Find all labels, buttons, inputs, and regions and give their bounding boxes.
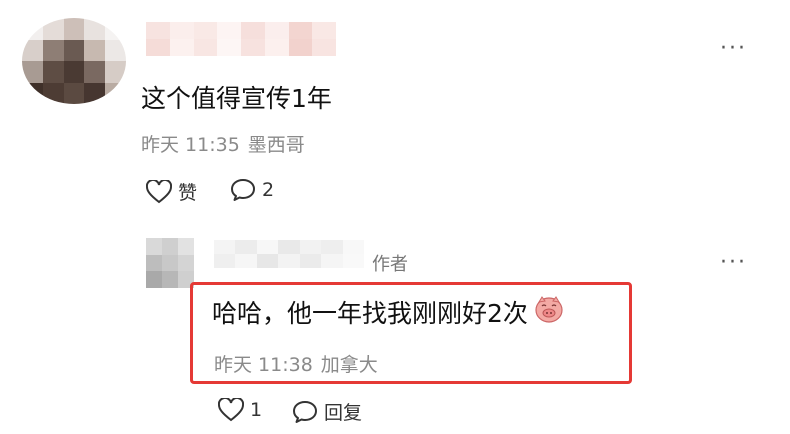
heart-icon [218, 398, 244, 422]
more-options-icon[interactable]: ··· [720, 38, 747, 60]
author-avatar-pixelated[interactable] [146, 238, 194, 288]
reply-location: 加拿大 [320, 354, 378, 376]
reply-time: 昨天 11:38 [214, 354, 313, 376]
reply-text: 哈哈，他一年找我刚刚好2次 [212, 299, 528, 328]
pig-face-emoji-icon [534, 294, 564, 330]
like-label: 赞 [178, 182, 198, 204]
comment-text: 这个值得宣传1年 [141, 84, 332, 113]
commenter-name-pixelated[interactable] [146, 22, 336, 56]
reply-meta: 昨天 11:38 加拿大 [214, 350, 378, 377]
author-tag: 作者 [372, 254, 408, 275]
reply-text-row: 哈哈，他一年找我刚刚好2次 [212, 294, 564, 330]
author-name-pixelated[interactable] [214, 240, 364, 268]
commenter-avatar-pixelated[interactable] [22, 18, 126, 104]
comment-meta: 昨天 11:35 墨西哥 [141, 130, 305, 157]
comment-bubble-icon [230, 178, 256, 202]
reply-like-count: 1 [250, 399, 263, 421]
reply-more-options-icon[interactable]: ··· [720, 252, 747, 274]
heart-icon [146, 179, 172, 204]
comment-bubble-icon [292, 400, 318, 424]
reply-like-button[interactable]: 1 [218, 398, 262, 422]
like-button[interactable]: 赞 [146, 178, 197, 205]
reply-count: 2 [262, 179, 275, 201]
reply-count-button[interactable]: 2 [230, 178, 274, 202]
comment-time: 昨天 11:35 [141, 134, 240, 156]
comment-location: 墨西哥 [247, 134, 305, 156]
reply-button[interactable]: 回复 [292, 398, 362, 425]
reply-label: 回复 [324, 402, 363, 424]
